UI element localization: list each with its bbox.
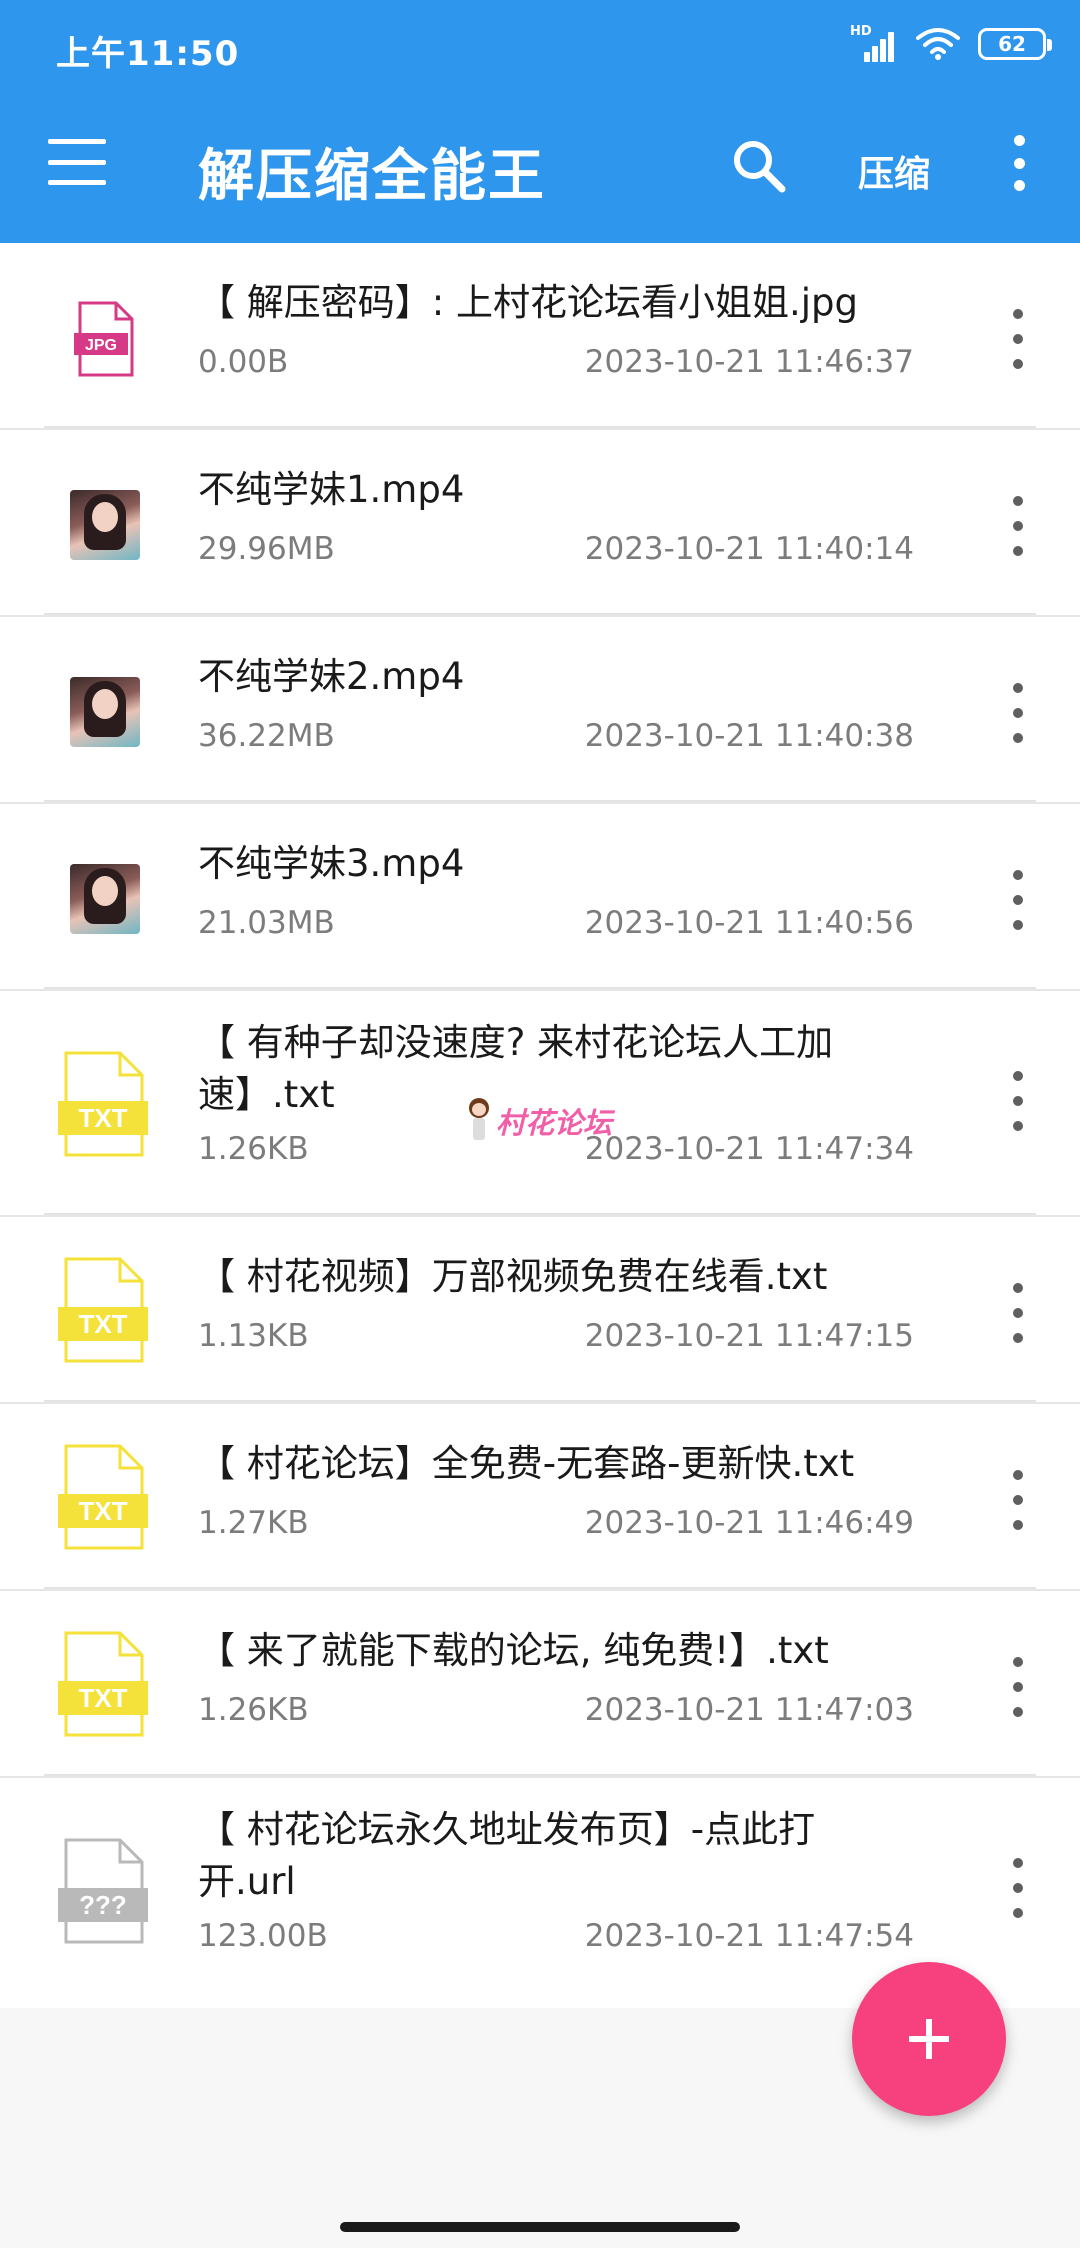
- txt-icon-label: TXT: [78, 1309, 127, 1339]
- list-item[interactable]: TXT 【 村花视频】万部视频免费在线看.txt 1.13KB 2023-10-…: [0, 1217, 1080, 1404]
- watermark-text: 村花论坛: [496, 1106, 613, 1140]
- video-thumbnail: [70, 677, 140, 747]
- txt-file-icon: TXT: [58, 1049, 148, 1159]
- file-date: 2023-10-21 11:47:15: [584, 1318, 914, 1354]
- file-name: 不纯学妹1.mp4: [198, 468, 465, 511]
- unknown-file-icon: ???: [58, 1836, 148, 1946]
- list-item[interactable]: 不纯学妹3.mp4 21.03MB 2023-10-21 11:40:56: [0, 804, 1080, 991]
- file-date: 2023-10-21 11:47:34: [584, 1131, 914, 1167]
- file-date: 2023-10-21 11:47:03: [584, 1692, 914, 1728]
- txt-file-icon: TXT: [58, 1255, 148, 1365]
- video-thumbnail: [70, 490, 140, 560]
- file-size: 123.00B: [198, 1918, 328, 1954]
- file-date: 2023-10-21 11:46:37: [584, 344, 914, 380]
- file-date: 2023-10-21 11:47:54: [584, 1918, 914, 1954]
- add-button[interactable]: [852, 1962, 1006, 2116]
- status-bar: 上午11:50 HD 62: [0, 0, 1080, 95]
- file-date: 2023-10-21 11:46:49: [584, 1505, 914, 1541]
- more-vert-icon[interactable]: [1004, 135, 1034, 191]
- list-item[interactable]: TXT 【 来了就能下载的论坛, 纯免费!】.txt 1.26KB 2023-1…: [0, 1591, 1080, 1778]
- menu-icon[interactable]: [48, 139, 106, 185]
- file-name: 【 村花论坛】全免费-无套路-更新快.txt: [198, 1442, 855, 1485]
- unknown-icon-label: ???: [79, 1890, 127, 1920]
- watermark-girl-icon: [466, 1098, 492, 1144]
- txt-icon-label: TXT: [78, 1683, 127, 1713]
- screen: 上午11:50 HD 62 解压缩全能王 压缩 JPG 【 解压密码】: 上村花…: [0, 0, 1080, 2248]
- item-more-icon[interactable]: [1006, 1283, 1030, 1343]
- status-time: 上午11:50: [56, 34, 240, 74]
- file-name: 不纯学妹3.mp4: [198, 842, 465, 885]
- txt-file-icon: TXT: [58, 1442, 148, 1552]
- battery-level: 62: [998, 32, 1026, 56]
- file-size: 1.13KB: [198, 1318, 309, 1354]
- jpg-file-icon: JPG: [64, 299, 144, 379]
- txt-file-icon: TXT: [58, 1629, 148, 1739]
- item-more-icon[interactable]: [1006, 683, 1030, 743]
- list-item[interactable]: TXT 【 村花论坛】全免费-无套路-更新快.txt 1.27KB 2023-1…: [0, 1404, 1080, 1591]
- file-name: 【 村花视频】万部视频免费在线看.txt: [198, 1255, 828, 1298]
- item-more-icon[interactable]: [1006, 1858, 1030, 1918]
- app-title: 解压缩全能王: [198, 144, 546, 209]
- signal-icon: HD: [850, 24, 898, 62]
- home-indicator[interactable]: [340, 2222, 740, 2232]
- status-icons: HD 62: [850, 24, 1052, 62]
- txt-icon-label: TXT: [78, 1103, 127, 1133]
- item-more-icon[interactable]: [1006, 1657, 1030, 1717]
- file-name: 【 解压密码】: 上村花论坛看小姐姐.jpg: [198, 281, 859, 324]
- file-size: 1.26KB: [198, 1131, 309, 1167]
- file-date: 2023-10-21 11:40:14: [584, 531, 914, 567]
- item-more-icon[interactable]: [1006, 1071, 1030, 1131]
- battery-icon: 62: [978, 28, 1052, 60]
- file-date: 2023-10-21 11:40:56: [584, 905, 914, 941]
- file-date: 2023-10-21 11:40:38: [584, 718, 914, 754]
- video-thumbnail: [70, 864, 140, 934]
- list-item[interactable]: 不纯学妹2.mp4 36.22MB 2023-10-21 11:40:38: [0, 617, 1080, 804]
- file-name: 【 来了就能下载的论坛, 纯免费!】.txt: [198, 1629, 829, 1672]
- item-more-icon[interactable]: [1006, 496, 1030, 556]
- txt-icon-label: TXT: [78, 1496, 127, 1526]
- toolbar: 解压缩全能王 压缩: [0, 95, 1080, 243]
- plus-icon: [909, 2019, 949, 2059]
- compress-button[interactable]: 压缩: [858, 145, 930, 197]
- file-size: 29.96MB: [198, 531, 335, 567]
- file-size: 36.22MB: [198, 718, 335, 754]
- search-icon[interactable]: [730, 137, 788, 195]
- file-size: 0.00B: [198, 344, 289, 380]
- item-more-icon[interactable]: [1006, 309, 1030, 369]
- file-name: 不纯学妹2.mp4: [198, 655, 465, 698]
- item-more-icon[interactable]: [1006, 1470, 1030, 1530]
- app-bar: 上午11:50 HD 62 解压缩全能王 压缩: [0, 0, 1080, 243]
- file-size: 1.26KB: [198, 1692, 309, 1728]
- list-item[interactable]: JPG 【 解压密码】: 上村花论坛看小姐姐.jpg 0.00B 2023-10…: [0, 243, 1080, 430]
- watermark: 村花论坛: [466, 1098, 612, 1144]
- file-name: 【 村花论坛永久地址发布页】-点此打开.url: [198, 1808, 816, 1903]
- item-more-icon[interactable]: [1006, 870, 1030, 930]
- list-item[interactable]: 不纯学妹1.mp4 29.96MB 2023-10-21 11:40:14: [0, 430, 1080, 617]
- file-size: 1.27KB: [198, 1505, 309, 1541]
- file-size: 21.03MB: [198, 905, 335, 941]
- network-type: HD: [850, 24, 872, 39]
- wifi-icon: [916, 27, 960, 61]
- jpg-icon-label: JPG: [85, 337, 117, 354]
